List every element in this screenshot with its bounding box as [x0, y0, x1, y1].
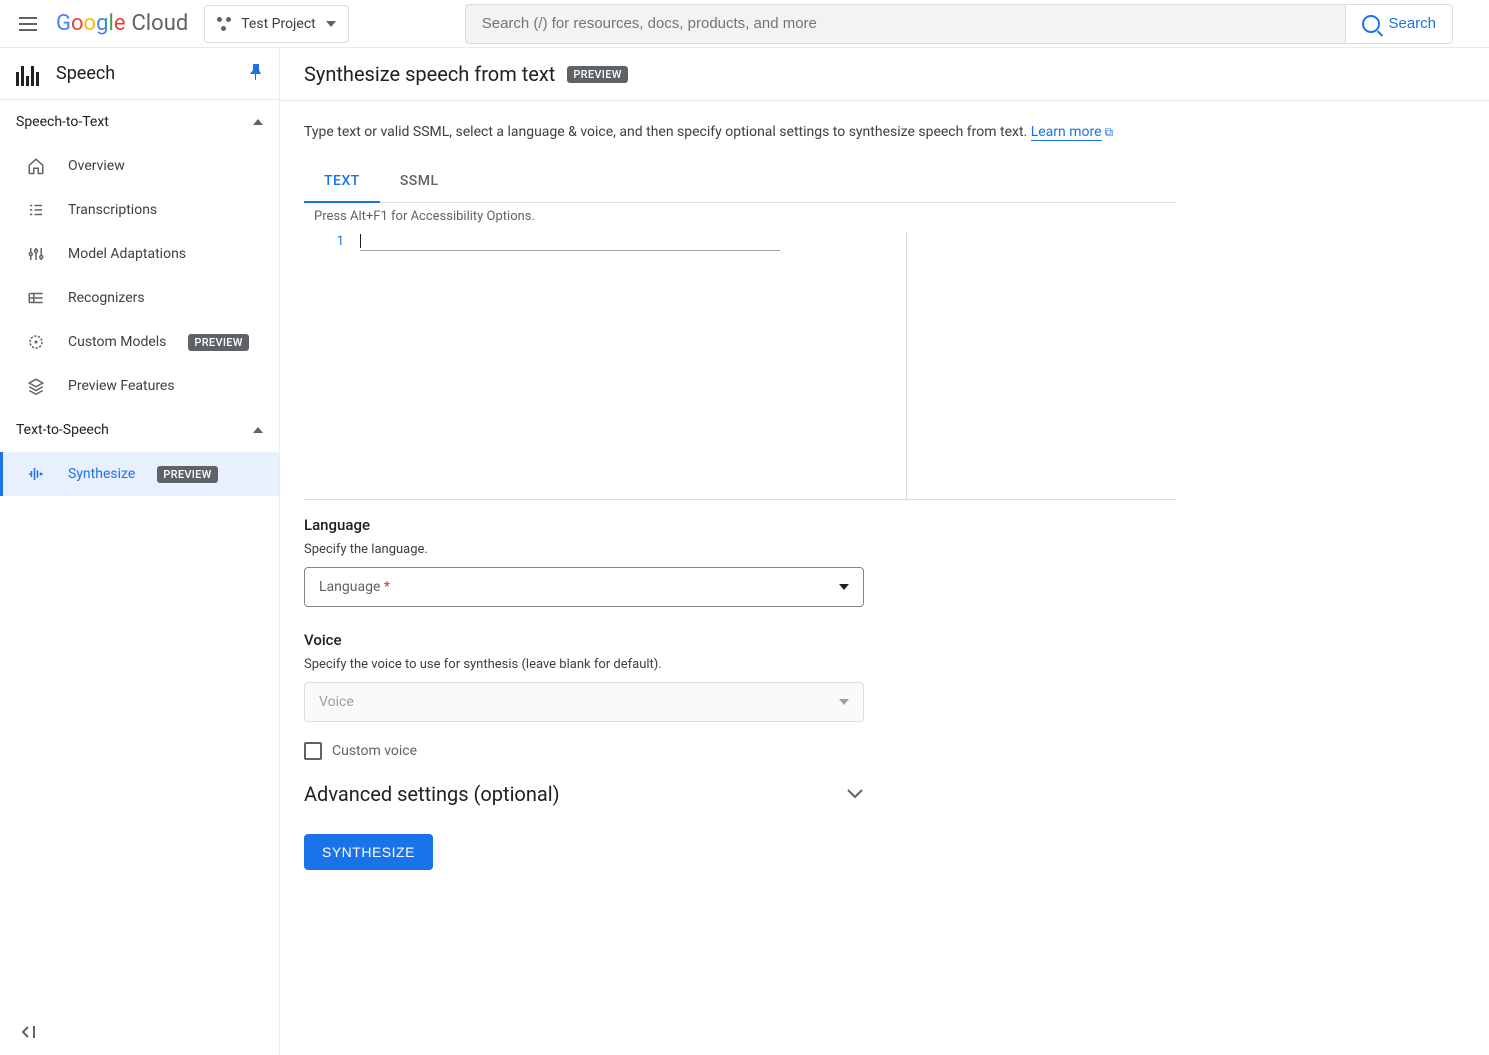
- tab-text[interactable]: TEXT: [304, 161, 380, 203]
- language-heading: Language: [304, 516, 1176, 534]
- project-icon: [217, 17, 231, 31]
- menu-icon[interactable]: [16, 12, 40, 36]
- preview-badge: PREVIEW: [188, 334, 248, 351]
- page-description: Type text or valid SSML, select a langua…: [304, 121, 1176, 143]
- pin-icon[interactable]: [249, 64, 263, 84]
- chevron-down-icon: [846, 788, 864, 800]
- custom-voice-row: Custom voice: [304, 742, 1176, 760]
- synthesize-button[interactable]: SYNTHESIZE: [304, 834, 433, 870]
- page-header: Synthesize speech from text PREVIEW: [280, 48, 1489, 101]
- sidebar-item-custom-models[interactable]: Custom Models PREVIEW: [0, 320, 279, 364]
- sidebar-item-preview-features[interactable]: Preview Features: [0, 364, 279, 408]
- voice-heading: Voice: [304, 631, 1176, 649]
- voice-select[interactable]: Voice: [304, 682, 864, 722]
- sidebar-title: Speech: [56, 63, 233, 84]
- learn-more-link[interactable]: Learn more: [1031, 124, 1102, 141]
- external-link-icon: ⧉: [1105, 125, 1114, 139]
- chevron-up-icon: [253, 427, 263, 433]
- language-help: Specify the language.: [304, 542, 1176, 557]
- line-number: 1: [304, 230, 360, 499]
- chevron-down-icon: [326, 21, 336, 27]
- project-name: Test Project: [241, 16, 315, 32]
- tab-ssml[interactable]: SSML: [380, 161, 459, 202]
- table-icon: [26, 288, 46, 308]
- sidebar-item-overview[interactable]: Overview: [0, 144, 279, 188]
- speech-product-icon: [16, 62, 40, 86]
- chevron-up-icon: [253, 119, 263, 125]
- list-icon: [26, 200, 46, 220]
- waveform-icon: [26, 464, 46, 484]
- search-input[interactable]: [465, 4, 1346, 44]
- input-format-tabs: TEXT SSML: [304, 161, 1176, 203]
- project-picker[interactable]: Test Project: [204, 5, 348, 43]
- sidebar-item-recognizers[interactable]: Recognizers: [0, 276, 279, 320]
- search-icon: [1362, 15, 1380, 33]
- sidebar-section-speech-to-text[interactable]: Speech-to-Text: [0, 100, 279, 144]
- custom-voice-label: Custom voice: [332, 743, 417, 759]
- sidebar-item-transcriptions[interactable]: Transcriptions: [0, 188, 279, 232]
- advanced-settings-toggle[interactable]: Advanced settings (optional): [304, 782, 864, 806]
- sidebar: Speech Speech-to-Text Overview Transcrip…: [0, 48, 280, 1055]
- sidebar-header: Speech: [0, 48, 279, 100]
- collapse-sidebar-icon[interactable]: [20, 1024, 38, 1043]
- sidebar-item-synthesize[interactable]: Synthesize PREVIEW: [0, 452, 279, 496]
- search-bar: Search: [465, 4, 1453, 44]
- preview-badge: PREVIEW: [567, 66, 627, 83]
- preview-badge: PREVIEW: [157, 466, 217, 483]
- home-icon: [26, 156, 46, 176]
- editor-accessibility-hint: Press Alt+F1 for Accessibility Options.: [304, 203, 1176, 230]
- layers-icon: [26, 376, 46, 396]
- google-cloud-logo[interactable]: Google Cloud: [56, 11, 188, 36]
- sidebar-item-model-adaptations[interactable]: Model Adaptations: [0, 232, 279, 276]
- page-title: Synthesize speech from text: [304, 62, 555, 86]
- chevron-down-icon: [839, 584, 849, 590]
- main-content: Synthesize speech from text PREVIEW Type…: [280, 48, 1489, 1055]
- language-select[interactable]: Language *: [304, 567, 864, 607]
- voice-help: Specify the voice to use for synthesis (…: [304, 657, 1176, 672]
- chevron-down-icon: [839, 699, 849, 705]
- target-icon: [26, 332, 46, 352]
- top-bar: Google Cloud Test Project Search: [0, 0, 1489, 48]
- search-button[interactable]: Search: [1345, 4, 1453, 44]
- tune-icon: [26, 244, 46, 264]
- sidebar-section-text-to-speech[interactable]: Text-to-Speech: [0, 408, 279, 452]
- custom-voice-checkbox[interactable]: [304, 742, 322, 760]
- text-editor[interactable]: 1: [304, 230, 1176, 500]
